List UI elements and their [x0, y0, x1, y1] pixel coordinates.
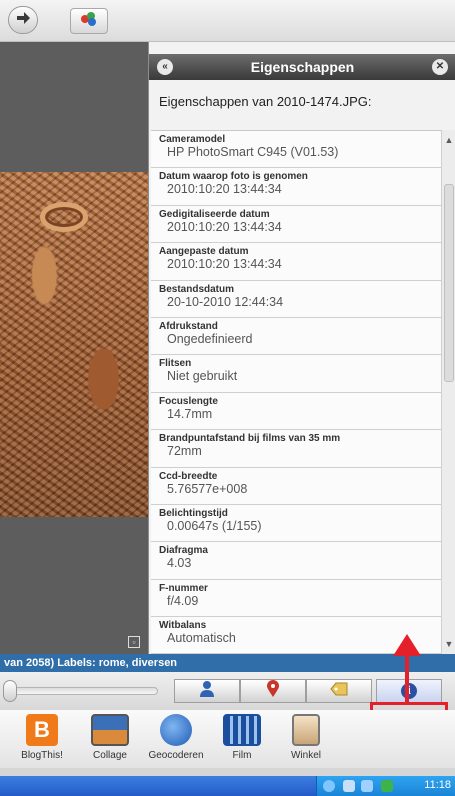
- property-item: Brandpuntafstand bij films van 35 mm 72m…: [151, 430, 441, 468]
- photo-viewer: ▫: [0, 42, 148, 654]
- property-label: Brandpuntafstand bij films van 35 mm: [159, 433, 341, 445]
- property-label: Datum waarop foto is genomen: [159, 171, 308, 183]
- property-item: Cameramodel HP PhotoSmart C945 (V01.53): [151, 131, 441, 169]
- zoom-slider-handle[interactable]: [3, 680, 17, 702]
- property-item: Ccd-breedte 5.76577e+008: [151, 467, 441, 505]
- globe-icon: [160, 714, 192, 746]
- property-value: 0.00647s (1/155): [167, 518, 262, 533]
- tray-label: Geocoderen: [148, 750, 204, 761]
- panel-title: Eigenschappen: [250, 59, 355, 75]
- property-item: Flitsen Niet gebruikt: [151, 355, 441, 393]
- panel-subtitle: Eigenschappen van 2010-1474.JPG:: [159, 94, 372, 109]
- annotation-arrow: [405, 650, 409, 702]
- action-tray: B BlogThis! Collage Geocoderen Film Wink…: [0, 710, 455, 768]
- edit-button[interactable]: [70, 8, 108, 34]
- shop-icon: [292, 714, 320, 746]
- system-tray: 11:18: [316, 776, 455, 796]
- tray-label: Winkel: [290, 750, 321, 761]
- scroll-down-icon[interactable]: ▼: [442, 636, 455, 652]
- tray-item-shop[interactable]: Winkel: [276, 714, 336, 761]
- forward-button[interactable]: [8, 6, 38, 34]
- film-icon: [223, 714, 261, 746]
- map-pin-icon: [266, 679, 280, 703]
- property-item: Gedigitaliseerde datum 2010:10:20 13:44:…: [151, 205, 441, 244]
- picasa-edit-icon: [78, 10, 100, 33]
- people-button[interactable]: [174, 679, 240, 703]
- tray-item-collage[interactable]: Collage: [80, 714, 140, 761]
- property-value: 4.03: [167, 556, 192, 571]
- property-value: 5.76577e+008: [167, 481, 248, 496]
- tray-label: Collage: [93, 750, 127, 761]
- property-label: Cameramodel: [159, 134, 226, 145]
- tags-button[interactable]: [306, 679, 372, 703]
- property-value: 20-10-2010 12:44:34: [167, 294, 284, 309]
- volume-icon[interactable]: [361, 780, 373, 792]
- arrow-right-icon: [15, 11, 31, 30]
- tray-label: BlogThis!: [21, 750, 63, 761]
- property-value: Ongedefinieerd: [167, 331, 253, 346]
- property-item: F-nummer f/4.09: [151, 579, 441, 618]
- property-label: Witbalans: [159, 620, 207, 632]
- panel-header: « Eigenschappen ✕: [149, 54, 455, 80]
- property-label: Focuslengte: [159, 395, 218, 407]
- places-button[interactable]: [240, 679, 306, 703]
- windows-taskbar: 11:18: [0, 776, 455, 796]
- property-item: Aangepaste datum 2010:10:20 13:44:34: [151, 243, 441, 281]
- fullscreen-icon[interactable]: ▫: [128, 636, 140, 648]
- security-icon[interactable]: [381, 780, 393, 792]
- network-icon[interactable]: [343, 780, 355, 792]
- tray-item-geocode[interactable]: Geocoderen: [146, 714, 206, 761]
- taskbar-clock: 11:18: [424, 779, 451, 791]
- property-label: Bestandsdatum: [159, 283, 235, 295]
- property-value: f/4.09: [167, 593, 199, 608]
- property-label: Afdrukstand: [159, 320, 218, 332]
- property-value: 72mm: [167, 444, 202, 459]
- photo-image[interactable]: [0, 172, 148, 517]
- person-icon: [199, 680, 215, 703]
- close-icon[interactable]: ✕: [432, 59, 448, 75]
- property-item: Datum waarop foto is genomen 2010:10:20 …: [151, 168, 441, 206]
- tray-item-blogthis[interactable]: B BlogThis!: [12, 714, 72, 761]
- top-toolbar: [0, 0, 455, 42]
- back-icon[interactable]: [323, 780, 335, 792]
- status-label-bar: van 2058) Labels: rome, diversen: [0, 654, 455, 672]
- properties-scrollbar[interactable]: ▲ ▼: [441, 130, 455, 654]
- properties-panel: « Eigenschappen ✕ Eigenschappen van 2010…: [148, 42, 455, 654]
- blogger-icon: B: [26, 714, 58, 746]
- property-label: Ccd-breedte: [159, 470, 218, 482]
- property-value: 14.7mm: [167, 406, 213, 421]
- tray-item-film[interactable]: Film: [212, 714, 272, 761]
- scroll-up-icon[interactable]: ▲: [442, 132, 455, 148]
- collage-icon: [91, 714, 129, 746]
- scroll-thumb[interactable]: [444, 184, 454, 382]
- zoom-slider[interactable]: [8, 687, 158, 695]
- property-item: Bestandsdatum 20-10-2010 12:44:34: [151, 280, 441, 318]
- tray-label: Film: [232, 750, 252, 761]
- property-label: Flitsen: [159, 358, 192, 370]
- property-item: Afdrukstand Ongedefinieerd: [151, 317, 441, 356]
- property-value: 2010:10:20 13:44:34: [167, 257, 282, 272]
- property-value: 2010:10:20 13:44:34: [167, 182, 282, 197]
- tag-icon: [330, 682, 348, 701]
- property-label: Belichtingstijd: [159, 507, 228, 519]
- property-value: 2010:10:20 13:44:34: [167, 219, 282, 234]
- info-button[interactable]: i: [376, 679, 442, 703]
- info-icon: i: [401, 683, 417, 699]
- property-label: F-nummer: [159, 582, 208, 594]
- property-label: Diafragma: [159, 545, 208, 557]
- property-value: HP PhotoSmart C945 (V01.53): [167, 145, 339, 159]
- property-item: Diafragma 4.03: [151, 542, 441, 580]
- property-label: Gedigitaliseerde datum: [159, 208, 270, 220]
- property-item: Focuslengte 14.7mm: [151, 392, 441, 431]
- properties-list: Cameramodel HP PhotoSmart C945 (V01.53) …: [151, 130, 441, 654]
- property-item: Belichtingstijd 0.00647s (1/155): [151, 504, 441, 543]
- photo-detail: [40, 202, 88, 232]
- property-value: Niet gebruikt: [167, 369, 238, 384]
- property-label: Aangepaste datum: [159, 246, 249, 258]
